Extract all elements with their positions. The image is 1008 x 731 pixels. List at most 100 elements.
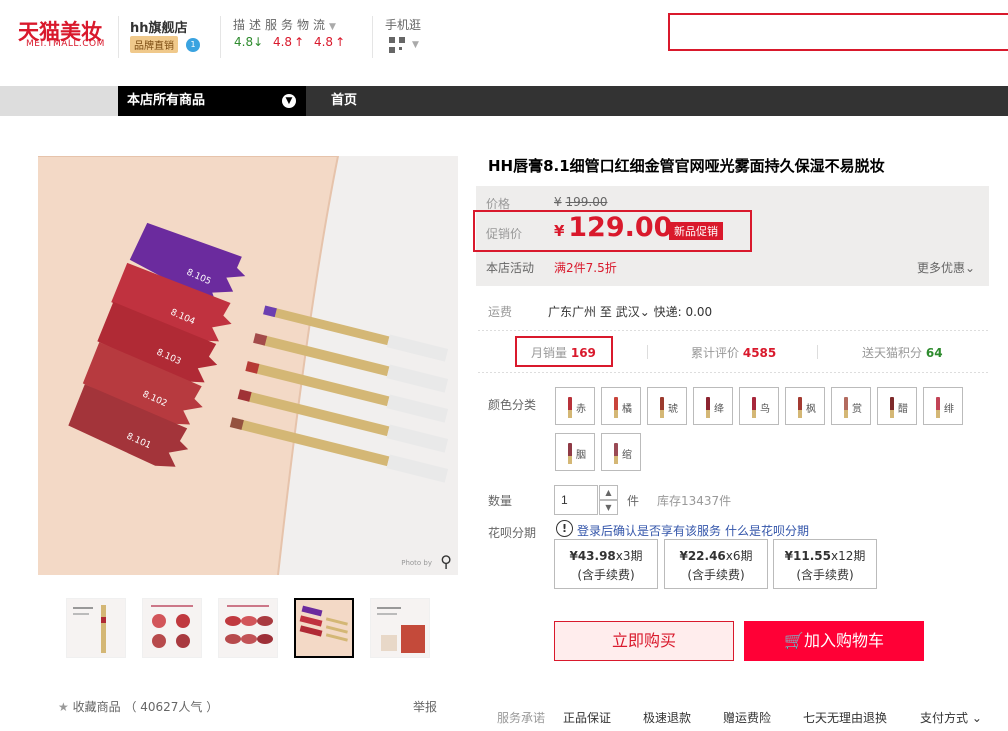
- buy-now-button[interactable]: 立即购买: [554, 621, 734, 661]
- lipstick-icon: [568, 397, 572, 411]
- nav-all-products[interactable]: 本店所有商品 ▼: [118, 86, 306, 116]
- color-swatch[interactable]: 赤: [555, 387, 595, 425]
- installment-amount: ¥43.98: [569, 549, 616, 563]
- nav-home[interactable]: 首页: [331, 86, 357, 116]
- thumbnail[interactable]: [370, 598, 430, 658]
- color-swatch[interactable]: 胭: [555, 433, 595, 471]
- installment-amount: ¥11.55: [784, 549, 831, 563]
- shipping-info: 广东广州 至 武汉⌄ 快递: 0.00: [548, 303, 712, 320]
- service-item[interactable]: 七天无理由退换: [803, 709, 887, 726]
- lipstick-icon: [568, 443, 572, 457]
- shop-scores: 4.8↓ 4.8 ↑ 4.8 ↑: [234, 35, 345, 49]
- service-item[interactable]: 正品保证: [563, 709, 611, 726]
- lipstick-icon: [660, 397, 664, 411]
- quantity-input[interactable]: [554, 485, 598, 515]
- favorite-count: （ 40627人气 ）: [124, 700, 219, 714]
- color-swatch[interactable]: 鸟: [739, 387, 779, 425]
- shop-nav-bar: 本店所有商品 ▼ 首页: [0, 86, 1008, 116]
- lipstick-tube: [706, 410, 710, 418]
- color-swatch[interactable]: 绾: [601, 433, 641, 471]
- color-swatch[interactable]: 绯: [923, 387, 963, 425]
- installment-fee: (含手续费): [577, 568, 635, 582]
- payment-methods-label: 支付方式: [920, 711, 969, 725]
- promo-price-value: 129.00: [568, 212, 673, 243]
- thumbnail-image: [151, 605, 193, 648]
- chevron-down-icon[interactable]: ▼: [329, 22, 340, 32]
- wangwang-chat-icon[interactable]: 1: [186, 38, 200, 52]
- qr-code-icon[interactable]: [389, 37, 405, 53]
- activity-label: 本店活动: [486, 261, 535, 275]
- currency-symbol: ¥: [554, 195, 562, 209]
- shipping-from: 广东广州: [548, 305, 597, 319]
- new-promo-tag: 新品促销: [669, 222, 723, 240]
- color-swatch[interactable]: 橘: [601, 387, 641, 425]
- mobile-shopping-label[interactable]: 手机逛: [385, 16, 421, 33]
- shop-score-label: 描述服务物流▼: [233, 18, 340, 32]
- installment-amount-line: ¥43.98x3期: [555, 547, 657, 566]
- nav-all-products-label: 本店所有商品: [127, 93, 206, 108]
- promo-price: ¥ 129.00: [554, 212, 672, 243]
- huabei-link[interactable]: 什么是花呗分期: [725, 522, 809, 539]
- thumbnail[interactable]: [142, 598, 202, 658]
- shipping-destination[interactable]: 武汉: [616, 305, 640, 319]
- quantity-increase-button[interactable]: ▲: [599, 485, 618, 500]
- zoom-icon[interactable]: ⚲: [440, 552, 452, 571]
- installment-periods: x12期: [830, 549, 866, 563]
- color-swatch[interactable]: 绛: [693, 387, 733, 425]
- installment-fee: (含手续费): [796, 568, 854, 582]
- stock-count: 库存13437件: [657, 494, 732, 508]
- color-char: 绛: [714, 404, 724, 415]
- lipstick-icon: [752, 397, 756, 411]
- favorite-item[interactable]: ★ 收藏商品 （ 40627人气 ）: [58, 698, 218, 715]
- thumbnail-active[interactable]: [294, 598, 354, 658]
- color-char: 绾: [622, 450, 632, 461]
- chevron-down-icon: ▼: [282, 94, 296, 108]
- monthly-sales-value: 169: [570, 346, 596, 360]
- chevron-down-icon[interactable]: ▼: [412, 40, 419, 50]
- color-swatch[interactable]: 赏: [831, 387, 871, 425]
- shipping-to-word: 至: [599, 305, 612, 319]
- installment-option[interactable]: ¥11.55x12期 (含手续费): [773, 539, 877, 589]
- divider: [118, 16, 119, 58]
- service-item[interactable]: 赠运费险: [723, 709, 771, 726]
- search-input[interactable]: [668, 13, 1008, 51]
- currency-symbol: ¥: [554, 222, 565, 240]
- color-char: 枫: [806, 404, 816, 415]
- report-link[interactable]: 举报: [413, 698, 437, 715]
- more-offers[interactable]: 更多优惠⌄: [917, 259, 975, 276]
- installment-amount-line: ¥11.55x12期: [774, 547, 876, 566]
- huabei-label: 花呗分期: [488, 526, 537, 540]
- color-swatch[interactable]: 醋: [877, 387, 917, 425]
- color-swatch[interactable]: 枫: [785, 387, 825, 425]
- color-swatch[interactable]: 琥: [647, 387, 687, 425]
- color-char: 鸟: [760, 404, 770, 415]
- thumbnail[interactable]: [218, 598, 278, 658]
- add-to-cart-button[interactable]: 🛒加入购物车: [744, 621, 924, 661]
- total-reviews[interactable]: 累计评价 4585: [691, 344, 776, 361]
- installment-option[interactable]: ¥43.98x3期 (含手续费): [554, 539, 658, 589]
- chevron-down-icon[interactable]: ⌄: [640, 305, 650, 319]
- tmall-points: 送天猫积分 64: [862, 344, 943, 361]
- thumbnail-image: [73, 605, 106, 653]
- favorite-label: 收藏商品: [72, 700, 121, 714]
- thumbnail-image: [296, 600, 352, 656]
- quantity-decrease-button[interactable]: ▼: [599, 500, 618, 515]
- score-service: 4.8: [272, 35, 293, 49]
- divider: [220, 16, 221, 58]
- lipstick-tube: [890, 410, 894, 418]
- activity-text[interactable]: 满2件7.5折: [554, 259, 617, 276]
- installment-periods: x3期: [615, 549, 643, 563]
- thumbnail[interactable]: [66, 598, 126, 658]
- main-product-image[interactable]: 8.105 8.104 8.103 8.102 8.101 Photo by ⚲: [38, 156, 458, 575]
- lipstick-icon: [706, 397, 710, 411]
- shop-name[interactable]: hh旗舰店: [130, 17, 188, 36]
- star-icon: ★: [58, 700, 69, 714]
- payment-methods[interactable]: 支付方式 ⌄: [920, 709, 982, 726]
- installment-option[interactable]: ¥22.46x6期 (含手续费): [664, 539, 768, 589]
- lipstick-icon: [614, 397, 618, 411]
- product-title: HH唇膏8.1细管口红细金管官网哑光雾面持久保湿不易脱妆: [488, 157, 885, 175]
- divider: [647, 345, 648, 359]
- service-item[interactable]: 极速退款: [643, 709, 691, 726]
- cart-icon: 🛒: [784, 631, 804, 650]
- installment-amount: ¥22.46: [679, 549, 726, 563]
